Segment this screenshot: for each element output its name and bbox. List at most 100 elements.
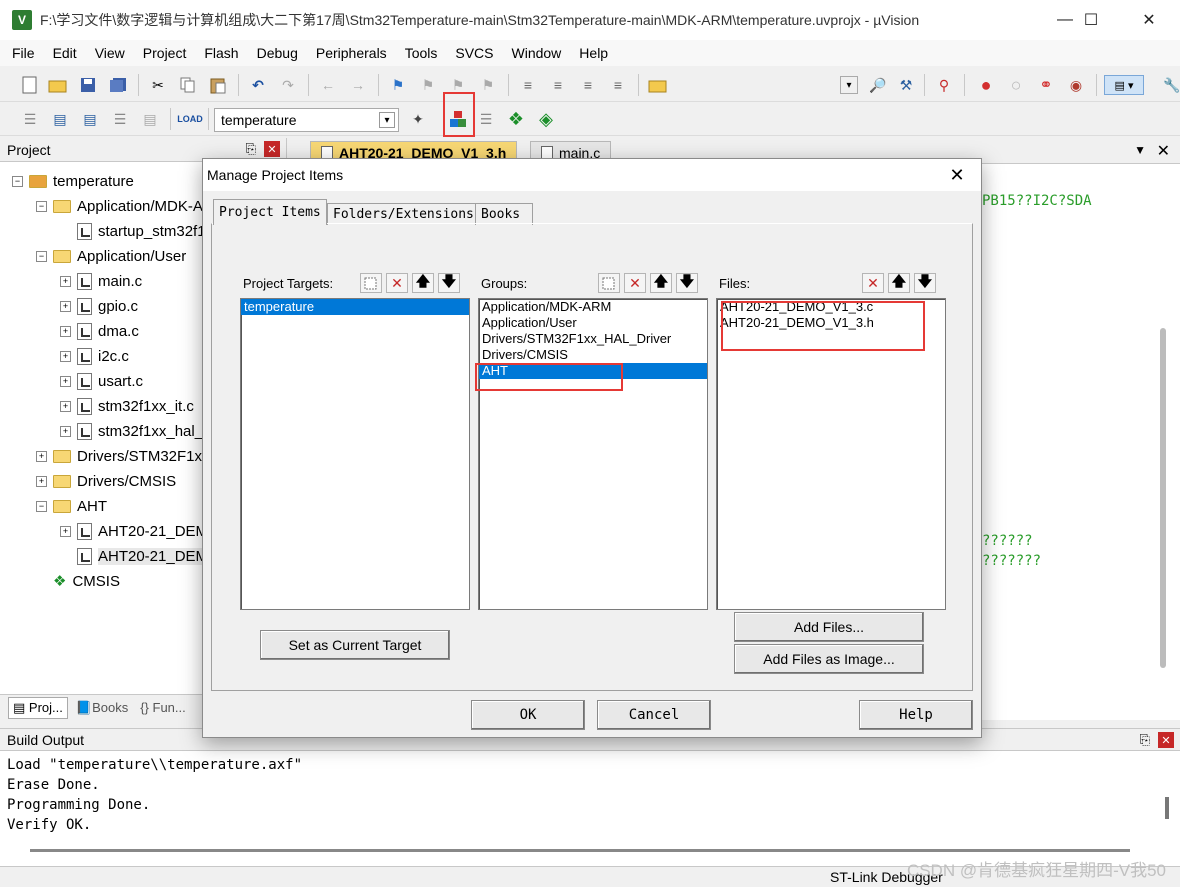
- find-dropdown-icon[interactable]: ▾: [840, 76, 858, 94]
- expand-icon[interactable]: +: [60, 425, 71, 437]
- maximize-button[interactable]: ☐: [1068, 0, 1114, 40]
- editor-scrollbar[interactable]: [1160, 328, 1166, 668]
- breakpoint-icon[interactable]: ●: [976, 75, 996, 95]
- menu-file[interactable]: File: [0, 45, 44, 61]
- new-group-icon[interactable]: [598, 273, 620, 293]
- debug-session-icon[interactable]: ⚲: [934, 75, 954, 95]
- targets-list[interactable]: temperature: [240, 298, 470, 610]
- translate-icon[interactable]: ☰: [20, 109, 40, 129]
- collapse-icon[interactable]: −: [36, 200, 47, 212]
- help-button[interactable]: Help: [859, 700, 973, 730]
- group-item-selected[interactable]: AHT: [479, 363, 707, 379]
- manage-project-items-icon[interactable]: [448, 109, 468, 129]
- files-list[interactable]: AHT20-21_DEMO_V1_3.c AHT20-21_DEMO_V1_3.…: [716, 298, 946, 610]
- collapse-icon[interactable]: −: [12, 175, 23, 187]
- indent-icon[interactable]: ≡: [518, 75, 538, 95]
- paste-icon[interactable]: [208, 75, 228, 95]
- menu-window[interactable]: Window: [503, 45, 571, 61]
- tree-item[interactable]: − AHT: [36, 495, 107, 517]
- pin-icon[interactable]: ⎘: [1140, 732, 1150, 748]
- tree-item[interactable]: + i2c.c: [60, 345, 129, 367]
- file-item[interactable]: AHT20-21_DEMO_V1_3.c: [717, 299, 945, 315]
- set-current-target-button[interactable]: Set as Current Target: [260, 630, 450, 660]
- file-item[interactable]: AHT20-21_DEMO_V1_3.h: [717, 315, 945, 331]
- tab-list-chevron-icon[interactable]: ▼: [1134, 143, 1146, 157]
- close-window-button[interactable]: ✕: [1126, 0, 1172, 40]
- tab-folders-extensions[interactable]: Folders/Extensions: [327, 203, 480, 225]
- tree-item[interactable]: + main.c: [60, 270, 142, 292]
- tree-item[interactable]: + gpio.c: [60, 295, 138, 317]
- target-select[interactable]: temperature ▾: [214, 108, 399, 132]
- move-down-group-icon[interactable]: 🡇: [676, 273, 698, 293]
- select-packs-icon[interactable]: ☰: [476, 109, 496, 129]
- move-up-file-icon[interactable]: 🡅: [888, 273, 910, 293]
- tree-item[interactable]: − Application/User: [36, 245, 186, 267]
- menu-view[interactable]: View: [86, 45, 134, 61]
- open-folder-icon[interactable]: [48, 75, 68, 95]
- expand-icon[interactable]: +: [60, 275, 71, 287]
- ok-button[interactable]: OK: [471, 700, 585, 730]
- move-up-group-icon[interactable]: 🡅: [650, 273, 672, 293]
- undo-icon[interactable]: ↶: [248, 75, 268, 95]
- build-icon[interactable]: ▤: [50, 109, 70, 129]
- expand-icon[interactable]: +: [60, 525, 71, 537]
- menu-tools[interactable]: Tools: [396, 45, 447, 61]
- panel-close-icon[interactable]: ✕: [1158, 732, 1174, 748]
- clear-bookmarks-icon[interactable]: ⚑: [478, 75, 498, 95]
- cancel-button[interactable]: Cancel: [597, 700, 711, 730]
- menu-flash[interactable]: Flash: [195, 45, 247, 61]
- groups-list[interactable]: Application/MDK-ARM Application/User Dri…: [478, 298, 708, 610]
- tab-project-items[interactable]: Project Items: [213, 199, 327, 225]
- next-bookmark-icon[interactable]: ⚑: [448, 75, 468, 95]
- collapse-icon[interactable]: −: [36, 500, 47, 512]
- kill-breakpoints-icon[interactable]: ◉: [1066, 75, 1086, 95]
- download-icon[interactable]: LOAD: [177, 109, 203, 129]
- find-in-files-icon[interactable]: [648, 75, 668, 95]
- rebuild-icon[interactable]: ▤: [80, 109, 100, 129]
- chevron-down-icon[interactable]: ▾: [379, 112, 395, 128]
- expand-icon[interactable]: +: [60, 325, 71, 337]
- output-v-scrollbar[interactable]: [1165, 797, 1169, 819]
- incremental-find-icon[interactable]: 🔎: [868, 75, 888, 95]
- delete-file-icon[interactable]: ✕: [862, 273, 884, 293]
- tab-functions[interactable]: {} Fun...: [136, 698, 190, 717]
- new-file-icon[interactable]: [20, 75, 40, 95]
- tree-item[interactable]: + usart.c: [60, 370, 143, 392]
- move-down-target-icon[interactable]: 🡇: [438, 273, 460, 293]
- pack-installer-icon[interactable]: ◈: [536, 109, 556, 129]
- copy-icon[interactable]: [178, 75, 198, 95]
- dialog-close-button[interactable]: ✕: [945, 163, 969, 187]
- disable-all-breakpoints-icon[interactable]: ⚭: [1036, 75, 1056, 95]
- settings-wrench-icon[interactable]: 🔧: [1162, 75, 1180, 95]
- redo-icon[interactable]: ↷: [278, 75, 298, 95]
- stop-build-icon[interactable]: ▤: [140, 109, 160, 129]
- uncomment-icon[interactable]: ≡: [608, 75, 628, 95]
- cut-icon[interactable]: ✂: [148, 75, 168, 95]
- save-all-icon[interactable]: [108, 75, 128, 95]
- delete-target-icon[interactable]: ✕: [386, 273, 408, 293]
- menu-project[interactable]: Project: [134, 45, 196, 61]
- unindent-icon[interactable]: ≡: [548, 75, 568, 95]
- window-layout-icon[interactable]: ▤ ▾: [1104, 75, 1144, 95]
- tree-item[interactable]: − Application/MDK-ARM: [36, 195, 226, 217]
- group-item[interactable]: Application/MDK-ARM: [479, 299, 707, 315]
- menu-svcs[interactable]: SVCS: [446, 45, 502, 61]
- expand-icon[interactable]: +: [60, 350, 71, 362]
- expand-icon[interactable]: +: [60, 400, 71, 412]
- menu-help[interactable]: Help: [570, 45, 617, 61]
- add-files-as-image-button[interactable]: Add Files as Image...: [734, 644, 924, 674]
- tree-item[interactable]: ❖ CMSIS: [36, 570, 120, 592]
- collapse-icon[interactable]: −: [36, 250, 47, 262]
- tab-books[interactable]: Books: [475, 203, 533, 225]
- tab-books[interactable]: 📘Books: [72, 698, 132, 718]
- target-item-temperature[interactable]: temperature: [241, 299, 469, 315]
- expand-icon[interactable]: +: [60, 375, 71, 387]
- save-icon[interactable]: [78, 75, 98, 95]
- target-options-icon[interactable]: ✦: [408, 109, 428, 129]
- editor-close-icon[interactable]: ✕: [1157, 141, 1170, 161]
- menu-debug[interactable]: Debug: [248, 45, 307, 61]
- comment-icon[interactable]: ≡: [578, 75, 598, 95]
- expand-icon[interactable]: +: [60, 300, 71, 312]
- nav-back-icon[interactable]: ←: [318, 75, 338, 95]
- bookmark-icon[interactable]: ⚑: [388, 75, 408, 95]
